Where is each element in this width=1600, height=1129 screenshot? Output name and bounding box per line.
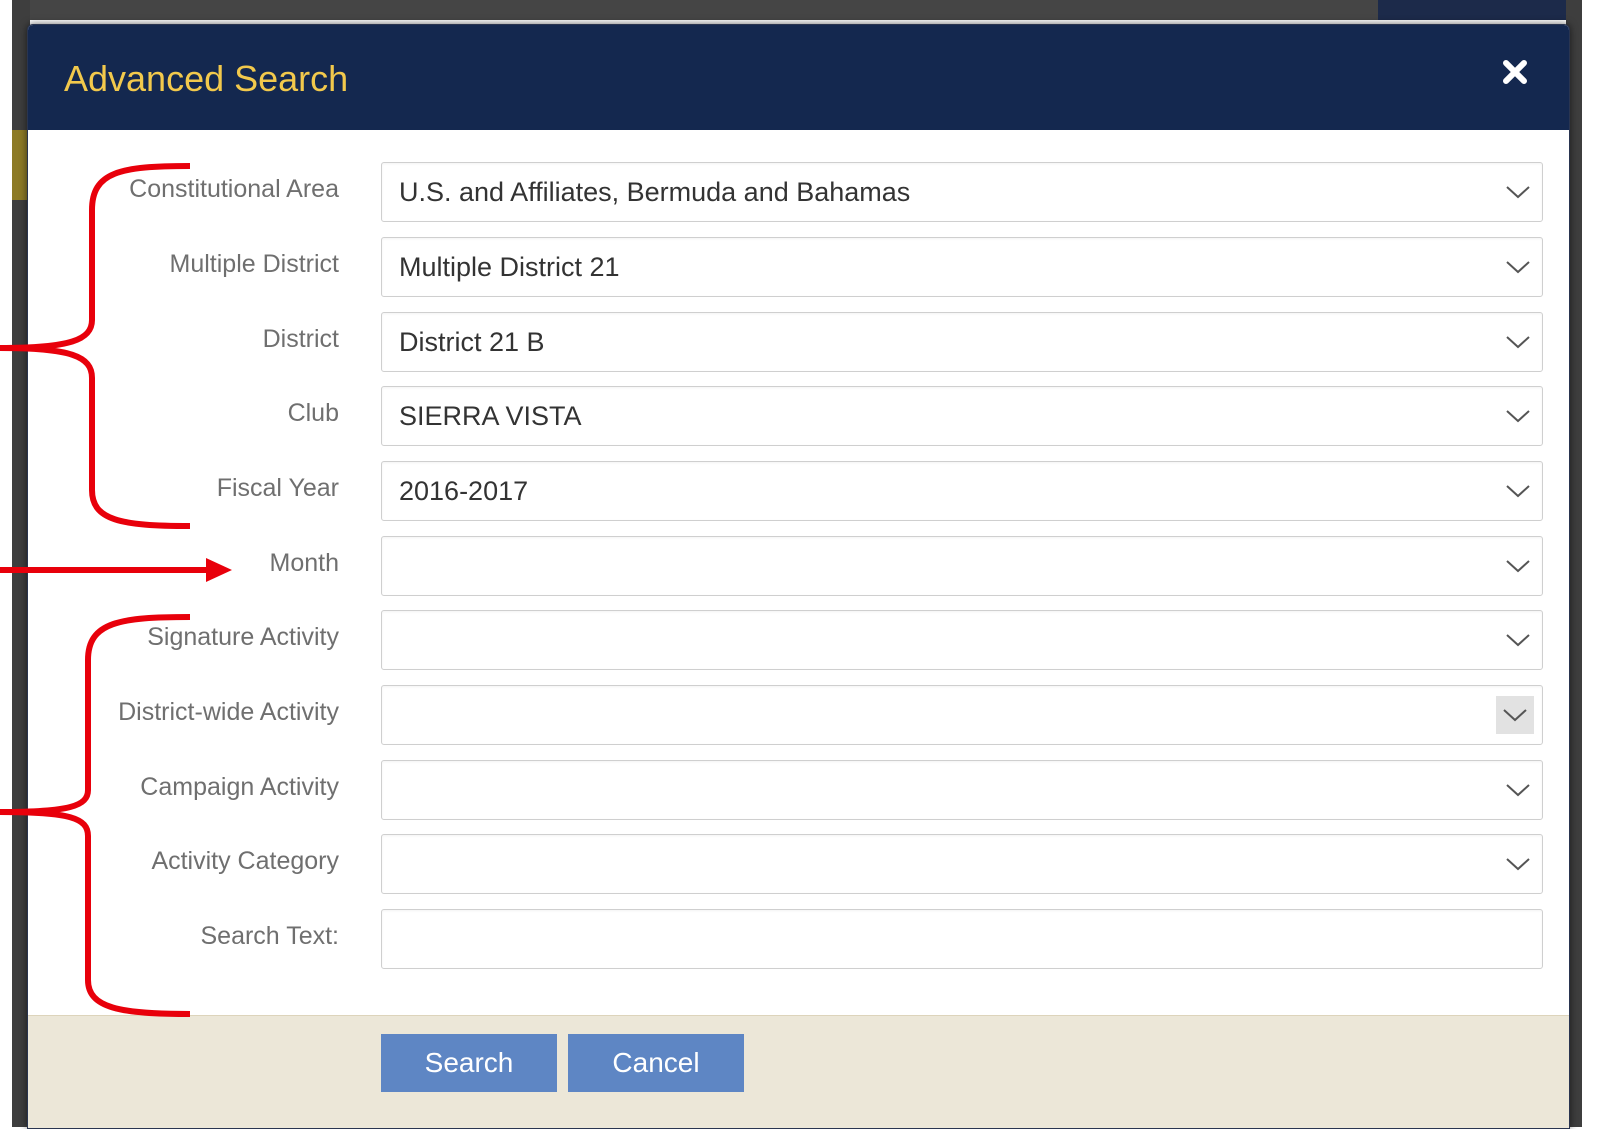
form-row-district: District District 21 B: [28, 312, 1569, 372]
club-select[interactable]: SIERRA VISTA: [381, 386, 1543, 446]
modal-title: Advanced Search: [64, 58, 349, 99]
district-value: District 21 B: [399, 327, 545, 357]
form-row-search-text: Search Text:: [28, 909, 1569, 969]
district-select[interactable]: District 21 B: [381, 312, 1543, 372]
form-row-district-wide-activity: District-wide Activity: [28, 685, 1569, 745]
constitutional-area-select[interactable]: U.S. and Affiliates, Bermuda and Bahamas: [381, 162, 1543, 222]
form-row-month: Month: [28, 536, 1569, 596]
activity-category-select[interactable]: [381, 834, 1543, 894]
form-row-signature-activity: Signature Activity: [28, 610, 1569, 670]
constitutional-area-value: U.S. and Affiliates, Bermuda and Bahamas: [399, 177, 911, 207]
form-row-fiscal-year: Fiscal Year 2016-2017: [28, 461, 1569, 521]
search-text-input[interactable]: [381, 909, 1543, 969]
cancel-button[interactable]: Cancel: [568, 1034, 744, 1092]
signature-activity-select[interactable]: [381, 610, 1543, 670]
chevron-down-icon: [1500, 551, 1536, 581]
chevron-down-icon: [1500, 327, 1536, 357]
page-backdrop-top: [12, 0, 1582, 20]
chevron-down-icon: [1500, 476, 1536, 506]
constitutional-area-label: Constitutional Area: [129, 175, 339, 203]
fiscal-year-value: 2016-2017: [399, 476, 529, 506]
modal-footer: Search Cancel: [28, 1015, 1569, 1128]
district-wide-activity-label: District-wide Activity: [118, 698, 339, 726]
club-value: SIERRA VISTA: [399, 401, 582, 431]
form-row-club: Club SIERRA VISTA: [28, 386, 1569, 446]
month-select[interactable]: [381, 536, 1543, 596]
multiple-district-value: Multiple District 21: [399, 252, 620, 282]
form-row-multiple-district: Multiple District Multiple District 21: [28, 237, 1569, 297]
multiple-district-label: Multiple District: [169, 250, 339, 278]
club-label: Club: [287, 399, 339, 427]
campaign-activity-label: Campaign Activity: [140, 773, 339, 801]
fiscal-year-label: Fiscal Year: [216, 474, 339, 502]
district-wide-activity-select[interactable]: [381, 685, 1543, 745]
advanced-search-modal: Advanced Search Constitutional Area U.S.…: [27, 24, 1570, 1129]
chevron-down-icon: [1500, 625, 1536, 655]
form-row-campaign-activity: Campaign Activity: [28, 760, 1569, 820]
chevron-down-icon: [1500, 849, 1536, 879]
page-backdrop-header: [1378, 0, 1582, 20]
close-icon[interactable]: [1500, 57, 1530, 87]
activity-category-label: Activity Category: [151, 847, 339, 875]
chevron-down-icon: [1496, 696, 1534, 734]
district-label: District: [262, 325, 339, 353]
chevron-down-icon: [1500, 177, 1536, 207]
campaign-activity-select[interactable]: [381, 760, 1543, 820]
search-button[interactable]: Search: [381, 1034, 557, 1092]
chevron-down-icon: [1500, 401, 1536, 431]
form-row-activity-category: Activity Category: [28, 834, 1569, 894]
modal-header: Advanced Search: [28, 25, 1569, 130]
month-label: Month: [269, 549, 339, 577]
chevron-down-icon: [1500, 252, 1536, 282]
fiscal-year-select[interactable]: 2016-2017: [381, 461, 1543, 521]
signature-activity-label: Signature Activity: [147, 623, 339, 651]
multiple-district-select[interactable]: Multiple District 21: [381, 237, 1543, 297]
form-row-constitutional-area: Constitutional Area U.S. and Affiliates,…: [28, 162, 1569, 222]
search-text-label: Search Text:: [200, 922, 339, 950]
chevron-down-icon: [1500, 775, 1536, 805]
